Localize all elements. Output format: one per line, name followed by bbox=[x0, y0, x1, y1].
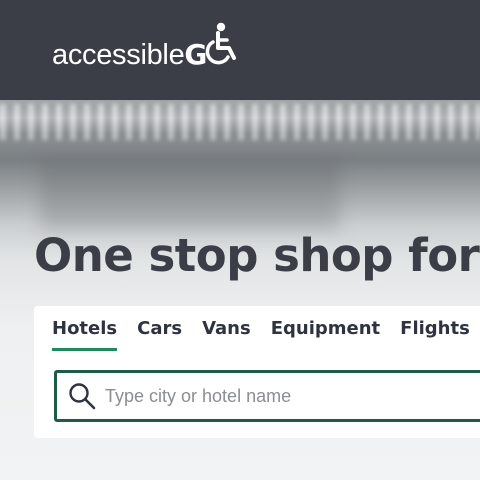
tab-hotels[interactable]: Hotels bbox=[52, 316, 118, 356]
wheelchair-icon bbox=[206, 22, 237, 65]
hero-background-image bbox=[0, 104, 480, 140]
search-icon bbox=[69, 383, 96, 410]
logo-text: accessible bbox=[52, 39, 185, 71]
tab-flights[interactable]: Flights bbox=[400, 316, 470, 356]
tab-cars[interactable]: Cars bbox=[137, 316, 182, 356]
search-tabs: Hotels Cars Vans Equipment Flights bbox=[52, 316, 470, 356]
site-header: accessible G bbox=[0, 0, 480, 100]
hero-background-shadow bbox=[40, 160, 340, 230]
tab-equipment[interactable]: Equipment bbox=[271, 316, 380, 356]
search-box[interactable] bbox=[54, 370, 480, 422]
search-card: Hotels Cars Vans Equipment Flights bbox=[34, 306, 480, 438]
accessiblego-logo[interactable]: accessible G bbox=[52, 22, 238, 72]
search-input[interactable] bbox=[103, 384, 480, 408]
tab-vans[interactable]: Vans bbox=[202, 316, 251, 356]
hero-title: One stop shop for bbox=[34, 229, 480, 282]
